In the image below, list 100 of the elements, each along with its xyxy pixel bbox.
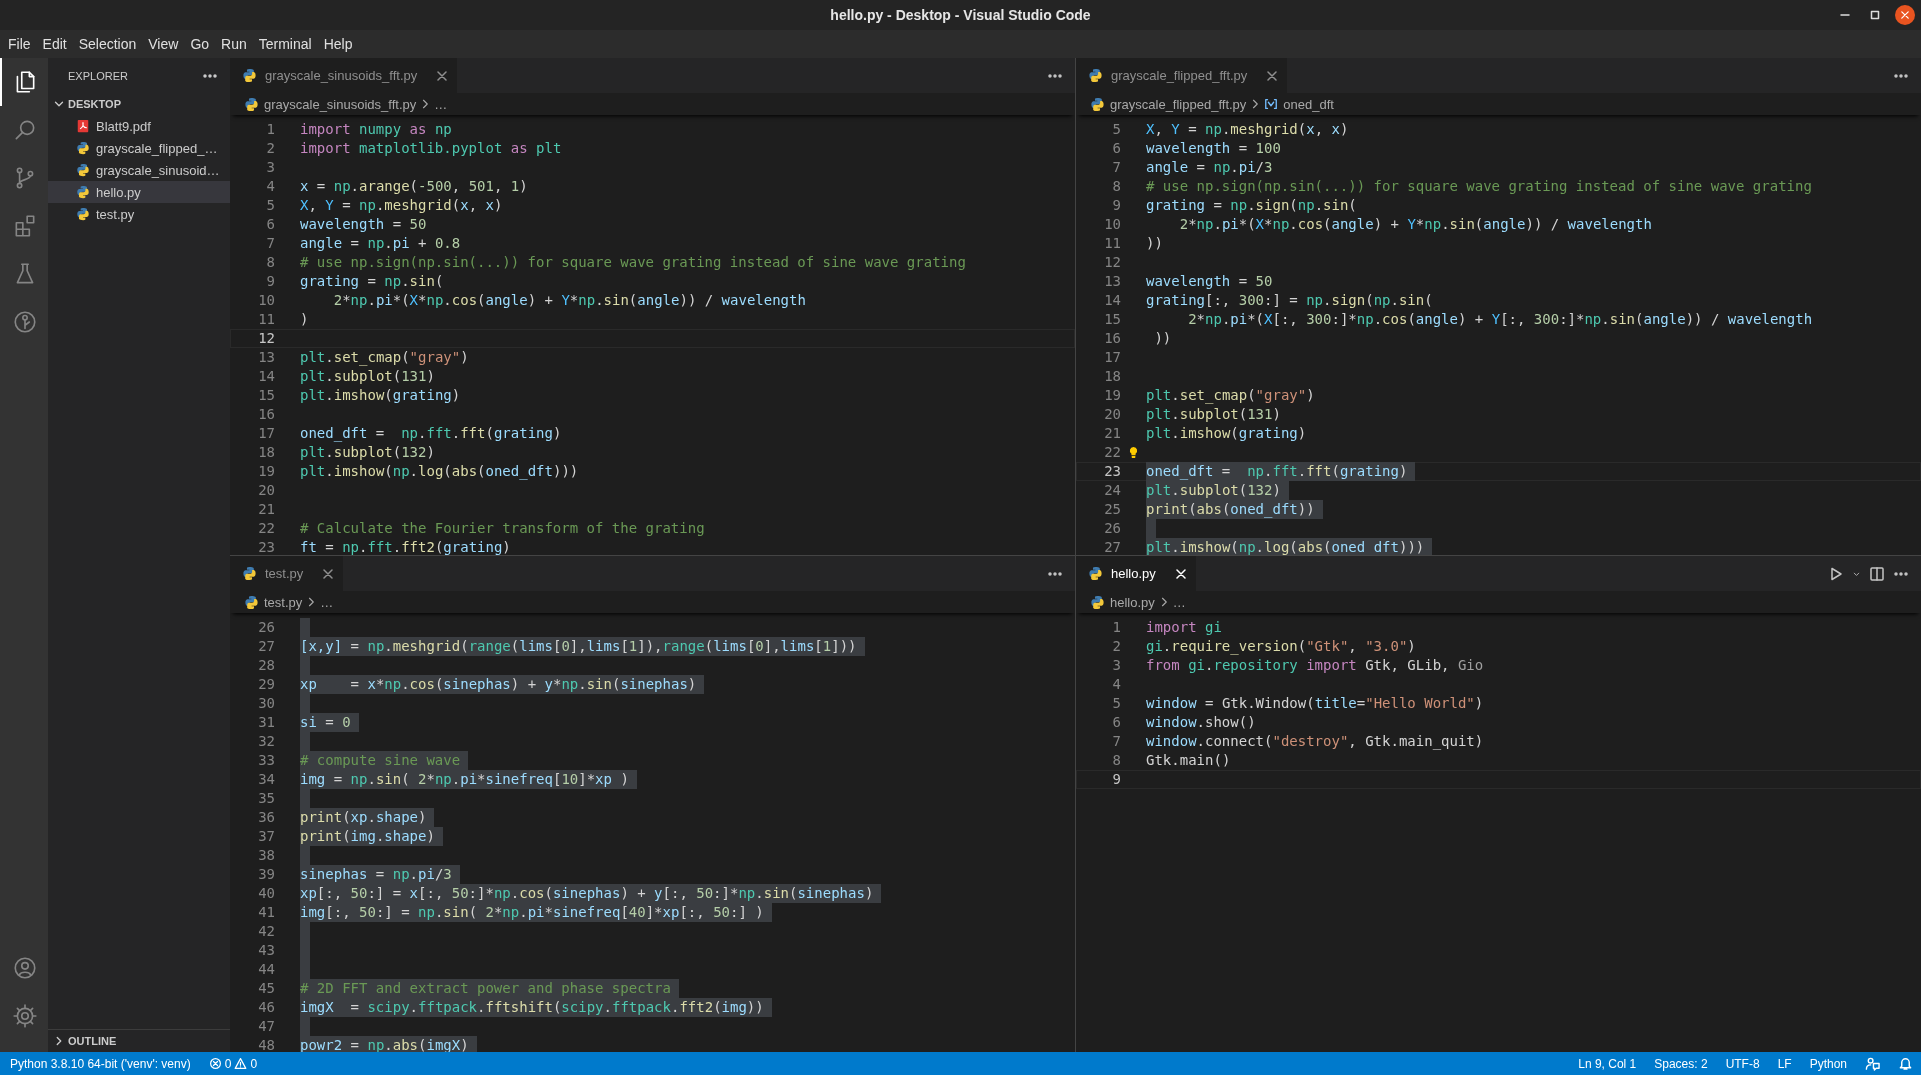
lightbulb-icon[interactable] [1129,446,1138,459]
line-number: 21 [1103,424,1121,443]
line-number: 43 [257,941,275,960]
explorer-item[interactable]: grayscale_flipped_… [48,137,230,159]
menu-item[interactable]: Help [317,36,359,52]
menu-item[interactable]: Selection [72,36,143,52]
line-number: 4 [1111,675,1121,694]
status-item[interactable]: Python 3.8.10 64-bit ('venv': venv) [10,1056,191,1071]
status-item[interactable]: LF [1777,1056,1792,1071]
breadcrumb-item[interactable]: … [320,594,334,610]
editor-tab[interactable]: hello.py [1076,556,1196,591]
menu-item[interactable]: Edit [36,36,73,52]
code-line: window.connect("destroy", Gtk.main_quit) [1146,732,1485,751]
close-button[interactable] [1895,5,1915,25]
line-number: 3 [1111,656,1121,675]
code-line: wavelength = 50 [300,215,428,234]
line-number: 42 [257,922,275,941]
play-icon[interactable] [1828,565,1844,582]
line-number: 5 [1111,694,1121,713]
code-line: wavelength = 100 [1146,139,1282,158]
code-line: grating = np.sign(np.sin( [1146,196,1358,215]
breadcrumb-item[interactable]: grayscale_sinusoids_fft.py [244,96,417,112]
line-number: 34 [257,770,275,789]
breadcrumb-item[interactable]: oned_dft [1264,96,1334,112]
notifications-button[interactable] [1898,1056,1913,1071]
explorer-item[interactable]: grayscale_sinusoid… [48,159,230,181]
feedback-button[interactable] [1865,1056,1880,1071]
line-number: 36 [257,808,275,827]
line-number: 14 [1103,291,1121,310]
explorer-item[interactable]: hello.py [48,181,230,203]
line-number: 16 [257,405,275,424]
bell-icon [1898,1056,1913,1071]
code-line: window = Gtk.Window(title="Hello World") [1146,694,1485,713]
line-number: 11 [257,310,275,329]
explorer-item[interactable]: test.py [48,203,230,225]
line-number: 9 [1111,196,1121,215]
code-line: plt.imshow(np.log(abs(oned_dft))) [300,462,580,481]
breadcrumb-item[interactable]: hello.py [1090,594,1155,610]
code-line: gi.require_version("Gtk", "3.0") [1146,637,1417,656]
explorer-item[interactable]: Blatt9.pdf [48,115,230,137]
line-number: 33 [257,751,275,770]
line-number: 14 [257,367,275,386]
line-number: 20 [257,481,275,500]
code-line: angle = np.pi + 0.8 [300,234,462,253]
status-item[interactable]: UTF-8 [1725,1056,1760,1071]
python-icon [1090,594,1105,610]
python-icon [76,185,90,199]
code-line: 2*np.pi*(X*np.cos(angle) + Y*np.sin(angle)) / wavelength [1178,215,1653,234]
editor-tab[interactable]: grayscale_flipped_fft.py [1076,58,1288,93]
line-number: 5 [265,196,275,215]
close-icon [1267,70,1278,81]
line-number: 22 [1103,443,1121,462]
code-line: import numpy as np [300,120,453,139]
line-number: 13 [1103,272,1121,291]
outline-header[interactable]: OUTLINE [68,1035,117,1047]
line-number: 6 [1111,139,1121,158]
status-item[interactable]: Spaces: 2 [1654,1056,1708,1071]
menu-item[interactable]: View [142,36,185,52]
status-item[interactable]: Ln 9, Col 1 [1578,1056,1637,1071]
menu-item[interactable]: Run [215,36,253,52]
status-item[interactable]: Python [1809,1056,1847,1071]
code-line: # Calculate the Fourier transform of the grating [300,519,706,538]
code-line: X, Y = np.meshgrid(x, x) [300,196,504,215]
editor-tab[interactable]: test.py [230,556,344,591]
breadcrumb-item[interactable]: … [434,96,448,112]
line-number: 3 [265,158,275,177]
line-number: 32 [257,732,275,751]
python-icon [1088,566,1103,581]
code-line: plt.set_cmap("gray") [300,348,470,367]
code-line: oned_dft = np.fft.fft(grating) [300,424,563,443]
feedback-icon [1865,1056,1880,1071]
editor-tab[interactable]: grayscale_sinusoids_fft.py [230,58,458,93]
menu-item[interactable]: File [2,36,37,52]
menu-item[interactable]: Terminal [252,36,318,52]
code-line: angle = np.pi/3 [1146,158,1274,177]
line-number: 21 [257,500,275,519]
code-line: from gi.repository import Gtk, GLib, Gio [1146,656,1485,675]
code-line: 2*np.pi*(X*np.cos(angle) + Y*np.sin(angle)) / wavelength [332,291,807,310]
line-number: 17 [257,424,275,443]
line-number: 15 [257,386,275,405]
line-number: 5 [1111,120,1121,139]
split-editor-icon[interactable] [1869,565,1885,582]
line-number: 38 [257,846,275,865]
line-number: 20 [1103,405,1121,424]
python-icon [244,594,259,610]
close-icon [437,70,448,81]
python-icon [242,68,257,83]
breadcrumb-item[interactable]: test.py [244,594,303,610]
line-number: 45 [257,979,275,998]
code-line: ft = np.fft.fft2(grating) [300,538,512,555]
breadcrumb-item[interactable]: grayscale_flipped_fft.py [1090,96,1247,112]
problems-indicator[interactable]: 0 0 [208,1056,258,1071]
code-line: plt.imshow(grating) [1146,424,1308,443]
breadcrumb-item[interactable]: … [1172,594,1186,610]
pdf-icon [76,119,90,133]
folder-name[interactable]: DESKTOP [68,98,121,110]
line-number: 29 [257,675,275,694]
menu-item[interactable]: Go [184,36,216,52]
line-number: 22 [257,519,275,538]
line-number: 30 [257,694,275,713]
